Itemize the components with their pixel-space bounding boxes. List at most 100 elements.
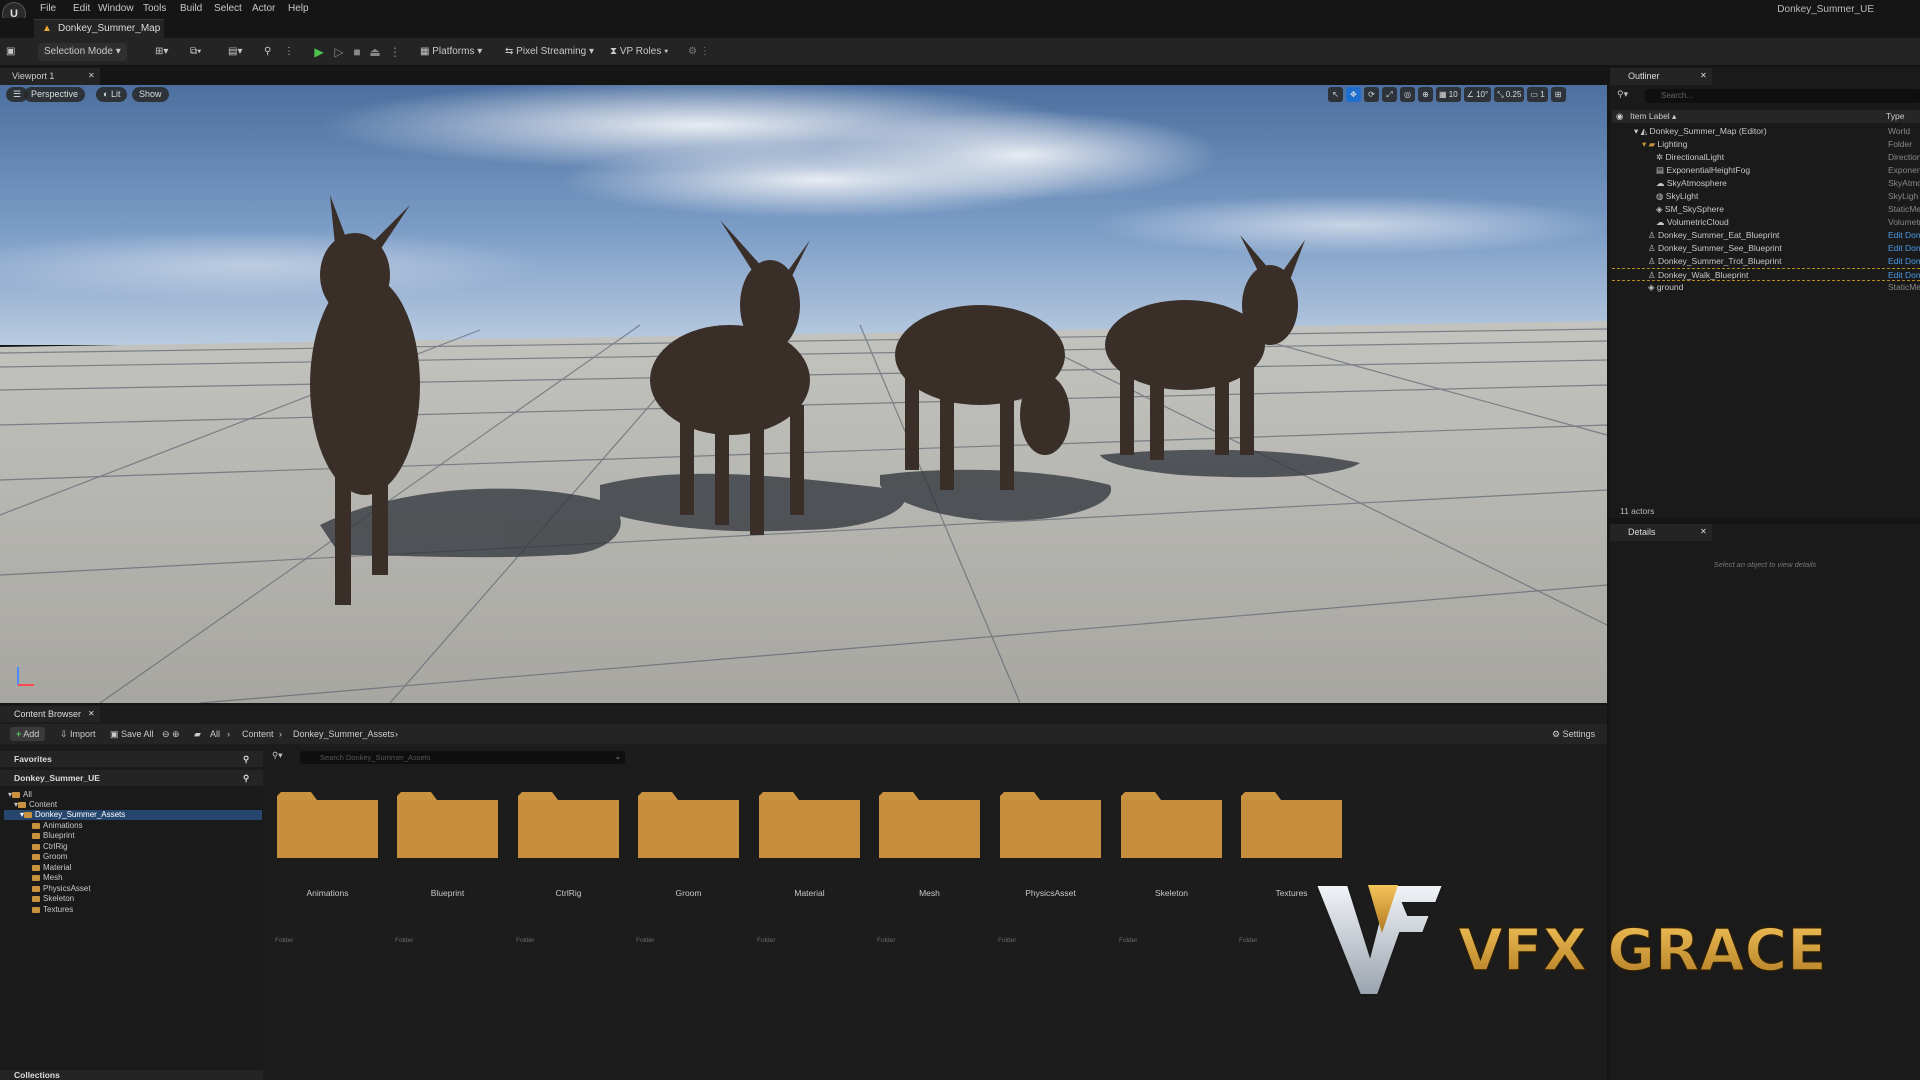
selection-mode-button[interactable]: Selection Mode ▾ — [38, 43, 127, 61]
search-icon[interactable]: ⚲ — [243, 770, 249, 786]
asset-filter-icon[interactable]: ⚲▾ — [272, 750, 283, 764]
scale-tool-icon[interactable]: ⤢ — [1382, 87, 1397, 102]
menu-help[interactable]: Help — [288, 3, 309, 14]
perspective-button[interactable]: Perspective — [24, 87, 86, 102]
favorites-header[interactable]: Favorites ⚲ — [0, 751, 263, 767]
folder-tile[interactable]: Mesh Folder — [877, 780, 982, 950]
breadcrumb-content[interactable]: Content — [242, 727, 274, 741]
tree-item-blueprint[interactable]: Blueprint — [4, 831, 262, 841]
menu-tools[interactable]: Tools — [143, 3, 166, 14]
level-tab[interactable]: ▲ Donkey_Summer_Map — [34, 19, 164, 38]
menu-edit[interactable]: Edit — [73, 3, 90, 14]
save-icon[interactable]: ▣ — [6, 43, 15, 61]
item-label-column[interactable]: Item Label ▴ — [1630, 111, 1676, 122]
outliner-search-input[interactable]: Search... — [1645, 89, 1920, 103]
path-folder-icon[interactable]: ▰ — [194, 727, 201, 741]
outliner-row[interactable]: ♙ Donkey_Summer_Eat_Blueprint Edit Don — [1612, 229, 1920, 242]
collections-header[interactable]: Collections — [0, 1070, 263, 1080]
outliner-tab[interactable]: Outliner ✕ — [1610, 68, 1712, 85]
tree-item-groom[interactable]: Groom — [4, 852, 262, 862]
level-viewport[interactable] — [0, 85, 1607, 703]
tree-item-mesh[interactable]: Mesh — [4, 873, 262, 883]
details-tab[interactable]: Details ✕ — [1610, 524, 1712, 541]
play-options-icon[interactable]: ⋮ — [388, 45, 402, 59]
tree-item-animations[interactable]: Animations — [4, 821, 262, 831]
play-icon[interactable]: ▶ — [312, 45, 326, 59]
close-icon[interactable]: ✕ — [1700, 71, 1707, 80]
folder-tile[interactable]: Skeleton Folder — [1119, 780, 1224, 950]
row-type-link[interactable]: Edit Don — [1888, 229, 1920, 242]
breadcrumb-all[interactable]: All — [210, 727, 220, 741]
folder-tile[interactable]: PhysicsAsset Folder — [998, 780, 1103, 950]
grid-snap-button[interactable]: ▦ 10 — [1436, 87, 1461, 102]
import-button[interactable]: ⇩ Import — [60, 727, 96, 741]
outliner-row[interactable]: ♙ Donkey_Walk_Blueprint Edit Don — [1612, 268, 1920, 281]
chevron-down-icon[interactable]: ⌄ — [615, 752, 621, 761]
vp-roles-button[interactable]: ⧗ VP Roles ▾ — [610, 43, 668, 61]
translate-tool-icon[interactable]: ✥ — [1346, 87, 1361, 102]
outliner-row[interactable]: ▾ ◭ Donkey_Summer_Map (Editor) World — [1612, 125, 1920, 138]
rotate-tool-icon[interactable]: ⟳ — [1364, 87, 1379, 102]
eject-icon[interactable]: ⏏ — [368, 45, 382, 59]
search-icon[interactable]: ⚲ — [243, 751, 249, 767]
menu-actor[interactable]: Actor — [252, 3, 275, 14]
viewport-tab[interactable]: Viewport 1 ✕ — [0, 68, 100, 85]
content-browser-tab[interactable]: Content Browser ✕ — [0, 706, 100, 722]
surface-snap-icon[interactable]: ⊕ — [1418, 87, 1433, 102]
tree-item-content[interactable]: ▾ Content — [4, 800, 262, 810]
visibility-icon[interactable]: ◉ — [1616, 111, 1623, 122]
tree-item-skeleton[interactable]: Skeleton — [4, 894, 262, 904]
menu-build[interactable]: Build — [180, 3, 202, 14]
stop-icon[interactable]: ■ — [350, 45, 364, 59]
row-type-link[interactable]: Edit Don — [1888, 255, 1920, 268]
step-icon[interactable]: ▷ — [332, 45, 346, 59]
blueprint-icon[interactable]: ⧉▾ — [190, 43, 201, 61]
folder-tile[interactable]: Blueprint Folder — [395, 780, 500, 950]
menu-file[interactable]: File — [40, 3, 56, 14]
folder-tile[interactable]: CtrlRig Folder — [516, 780, 621, 950]
close-icon[interactable]: ✕ — [88, 71, 95, 80]
outliner-row[interactable]: ✲ DirectionalLight Directiona — [1612, 151, 1920, 164]
outliner-row[interactable]: ◈ ground StaticMe — [1612, 281, 1920, 294]
cinematics-icon[interactable]: ▤▾ — [228, 43, 242, 61]
tree-item-all[interactable]: ▾ All — [4, 790, 262, 800]
rotation-snap-button[interactable]: ∠ 10° — [1463, 87, 1492, 102]
more-options-icon[interactable]: ⋮ — [284, 43, 294, 61]
close-icon[interactable]: ✕ — [88, 709, 95, 718]
project-header[interactable]: Donkey_Summer_UE ⚲ — [0, 770, 263, 786]
scale-snap-button[interactable]: ⤡ 0.25 — [1494, 87, 1525, 102]
modeling-icon[interactable]: ⚲ — [264, 43, 271, 61]
world-space-icon[interactable]: ◎ — [1400, 87, 1415, 102]
platforms-button[interactable]: ▦ Platforms ▾ — [420, 43, 482, 61]
add-button[interactable]: + Add — [10, 727, 46, 741]
camera-speed-button[interactable]: ▭ 1 — [1527, 87, 1548, 102]
select-tool-icon[interactable]: ↖ — [1328, 87, 1343, 102]
settings-icon[interactable]: ⚙ ⋮ — [688, 43, 710, 61]
tree-item-physicsasset[interactable]: PhysicsAsset — [4, 884, 262, 894]
outliner-row[interactable]: ▾ ▰ Lighting Folder — [1612, 138, 1920, 151]
tree-item-textures[interactable]: Textures — [4, 905, 262, 915]
folder-tile[interactable]: Groom Folder — [636, 780, 741, 950]
outliner-row[interactable]: ☁ VolumetricCloud Volumetr — [1612, 216, 1920, 229]
viewport-layout-icon[interactable]: ⊞ — [1550, 87, 1566, 102]
folder-tile[interactable]: Animations Folder — [275, 780, 380, 950]
settings-button[interactable]: ⚙ Settings — [1552, 727, 1595, 741]
tree-item-material[interactable]: Material — [4, 863, 262, 873]
show-button[interactable]: Show — [132, 87, 169, 102]
asset-search-input[interactable]: Search Donkey_Summer_Assets ⌄ — [300, 751, 625, 764]
lit-button[interactable]: ◐ Lit — [96, 87, 128, 102]
pixel-streaming-button[interactable]: ⇆ Pixel Streaming ▾ — [505, 43, 594, 61]
filter-icon[interactable]: ⚲▾ — [1617, 89, 1628, 100]
row-type-link[interactable]: Edit Don — [1888, 242, 1920, 255]
menu-window[interactable]: Window — [98, 3, 134, 14]
outliner-row[interactable]: ♙ Donkey_Summer_See_Blueprint Edit Don — [1612, 242, 1920, 255]
breadcrumb-donkey-summer-assets[interactable]: Donkey_Summer_Assets — [293, 727, 395, 741]
tree-item-ctrlrig[interactable]: CtrlRig — [4, 842, 262, 852]
outliner-row[interactable]: ☁ SkyAtmosphere SkyAtmo — [1612, 177, 1920, 190]
tree-item-donkey-summer-assets[interactable]: ▾ Donkey_Summer_Assets — [4, 810, 262, 820]
folder-tile[interactable]: Material Folder — [757, 780, 862, 950]
save-all-button[interactable]: ▣ Save All — [110, 727, 154, 741]
menu-select[interactable]: Select — [214, 3, 242, 14]
close-icon[interactable]: ✕ — [1700, 527, 1707, 536]
history-back-icon[interactable]: ⊖ ⊕ — [162, 727, 180, 741]
